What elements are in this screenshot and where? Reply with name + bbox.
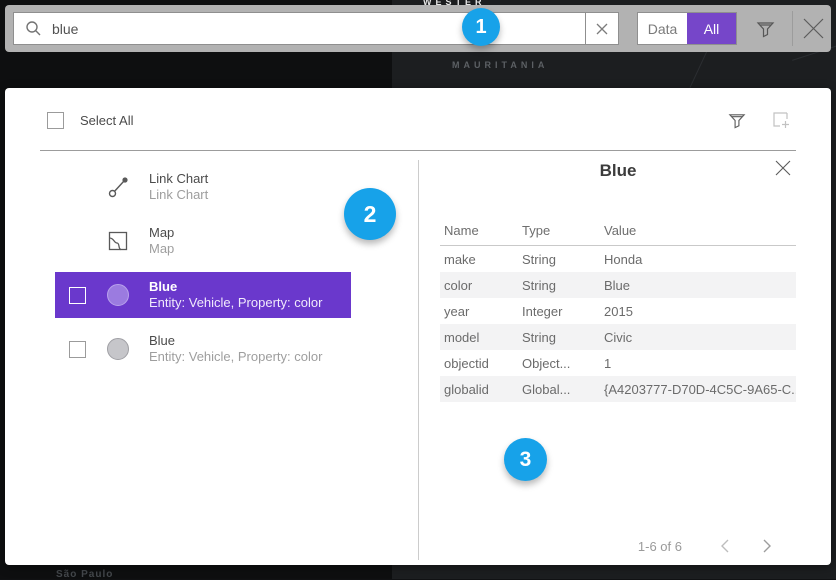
cell-type: String (522, 278, 604, 293)
filter-button[interactable] (755, 18, 776, 39)
column-header-type: Type (522, 223, 604, 238)
cell-name: globalid (440, 382, 522, 397)
search-box[interactable] (13, 12, 586, 45)
clear-search-button[interactable] (585, 12, 619, 45)
close-small-icon (596, 23, 608, 35)
results-panel: Select All Link Chart Link Chart (5, 88, 831, 565)
close-search-button[interactable] (801, 16, 826, 41)
table-row[interactable]: year Integer 2015 (440, 298, 796, 324)
column-header-value: Value (604, 223, 796, 238)
callout-badge-1: 1 (462, 8, 500, 46)
search-input[interactable] (42, 13, 585, 44)
detail-close-button[interactable] (774, 159, 794, 179)
select-all-label: Select All (80, 113, 133, 128)
cell-type: String (522, 330, 604, 345)
link-chart-icon (107, 175, 149, 199)
detail-title: Blue (440, 158, 796, 184)
panel-filter-button[interactable] (727, 110, 747, 130)
header-divider (40, 150, 796, 151)
map-icon (107, 230, 149, 252)
table-row[interactable]: make String Honda (440, 246, 796, 272)
cell-name: model (440, 330, 522, 345)
result-checkbox[interactable] (69, 341, 86, 358)
column-header-name: Name (440, 223, 522, 238)
pagination: 1-6 of 6 (440, 533, 796, 559)
search-toolbar: Data All (5, 5, 831, 52)
cell-value: Blue (604, 278, 796, 293)
result-title: Blue (149, 333, 322, 349)
data-all-toggle: Data All (637, 12, 737, 45)
cell-value: 2015 (604, 304, 796, 319)
result-subtitle: Link Chart (149, 187, 208, 203)
select-all-checkbox[interactable] (47, 112, 64, 129)
map-label-sao-paulo: São Paulo (56, 569, 113, 580)
cell-name: year (440, 304, 522, 319)
table-row[interactable]: color String Blue (440, 272, 796, 298)
list-item-link-chart[interactable]: Link Chart Link Chart (55, 164, 351, 210)
chevron-right-icon (762, 539, 772, 553)
cell-name: make (440, 252, 522, 267)
result-subtitle: Entity: Vehicle, Property: color (149, 295, 322, 311)
prev-page-button[interactable] (712, 533, 738, 559)
toolbar-divider (792, 11, 793, 46)
search-icon (25, 20, 42, 37)
table-row[interactable]: objectid Object... 1 (440, 350, 796, 376)
callout-badge-3: 3 (504, 438, 547, 481)
entity-circle-icon (107, 284, 129, 306)
table-row[interactable]: globalid Global... {A4203777-D70D-4C5C-9… (440, 376, 796, 402)
result-subtitle: Map (149, 241, 174, 257)
cell-value: 1 (604, 356, 796, 371)
result-title: Blue (149, 279, 322, 295)
detail-panel: Blue Name Type Value make String Honda c… (440, 158, 796, 402)
pagination-label: 1-6 of 6 (638, 539, 682, 554)
map-label-mauritania: MAURITANIA (452, 60, 548, 70)
result-title: Link Chart (149, 171, 208, 187)
cell-name: color (440, 278, 522, 293)
cell-name: objectid (440, 356, 522, 371)
list-item-blue-selected[interactable]: Blue Entity: Vehicle, Property: color (55, 272, 351, 318)
cell-type: Global... (522, 382, 604, 397)
add-result-button[interactable] (771, 110, 791, 130)
cell-value: Civic (604, 330, 796, 345)
cell-type: Integer (522, 304, 604, 319)
table-header-row: Name Type Value (440, 216, 796, 246)
result-checkbox[interactable] (69, 287, 86, 304)
chevron-left-icon (720, 539, 730, 553)
panel-vertical-divider (418, 160, 419, 560)
table-row[interactable]: model String Civic (440, 324, 796, 350)
result-subtitle: Entity: Vehicle, Property: color (149, 349, 322, 365)
attributes-table: Name Type Value make String Honda color … (440, 216, 796, 402)
cell-value: Honda (604, 252, 796, 267)
funnel-icon (727, 110, 747, 130)
close-icon (774, 159, 794, 177)
results-list: Link Chart Link Chart Map Map Blue Entit… (55, 164, 351, 380)
entity-circle-icon (107, 338, 129, 360)
list-item-map[interactable]: Map Map (55, 218, 351, 264)
next-page-button[interactable] (754, 533, 780, 559)
add-frame-icon (771, 110, 791, 131)
close-icon (801, 16, 826, 41)
cell-type: Object... (522, 356, 604, 371)
cell-type: String (522, 252, 604, 267)
toggle-option-all[interactable]: All (687, 13, 736, 44)
callout-badge-2: 2 (344, 188, 396, 240)
funnel-icon (755, 18, 776, 39)
select-all-control: Select All (47, 112, 133, 129)
list-item-blue[interactable]: Blue Entity: Vehicle, Property: color (55, 326, 351, 372)
result-title: Map (149, 225, 174, 241)
cell-value: {A4203777-D70D-4C5C-9A65-C... (604, 382, 796, 397)
toggle-option-data[interactable]: Data (638, 13, 687, 44)
